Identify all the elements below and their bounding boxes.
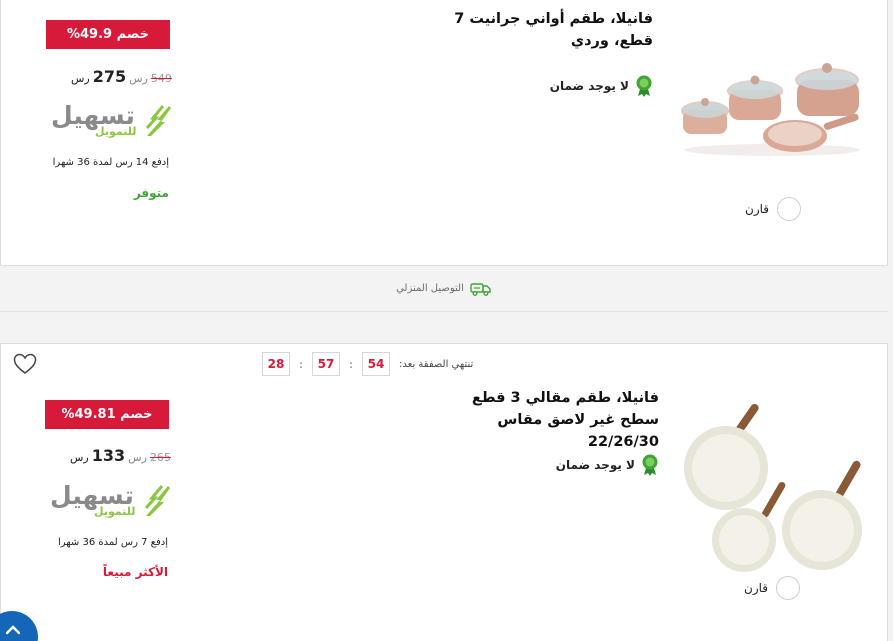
compare-radio[interactable] xyxy=(776,576,800,600)
tasheel-logo[interactable]: تسهيل للتمويل xyxy=(48,482,170,522)
warranty-label: لا يوجد ضمان xyxy=(555,458,635,472)
new-price-currency: رس xyxy=(71,72,90,85)
product-list: فانيلا، طقم أواني جرانيت 7 قطع، وردي لا … xyxy=(0,0,893,641)
countdown-seconds: 28 xyxy=(262,352,290,376)
compare-label: قارن xyxy=(745,202,769,216)
compare-toggle[interactable]: قارن xyxy=(745,197,801,221)
price-block: رس 133 رس 265 xyxy=(70,446,171,465)
discount-badge: %49.81 خصم xyxy=(45,400,169,429)
new-price-currency: رس xyxy=(70,451,89,464)
countdown-hours: 54 xyxy=(362,352,390,376)
chevron-up-icon xyxy=(6,625,20,635)
installment-info: إدفع 7 رس لمدة 36 شهرا xyxy=(58,537,168,548)
old-price-currency: رس xyxy=(129,72,148,85)
frying-pans-icon xyxy=(684,403,862,572)
wishlist-heart-icon[interactable] xyxy=(13,353,37,379)
delivery-truck-icon xyxy=(470,282,491,296)
discount-badge: %49.9 خصم xyxy=(46,20,170,49)
product-image[interactable] xyxy=(682,400,874,580)
compare-toggle[interactable]: قارن xyxy=(744,576,800,600)
new-price: 275 xyxy=(92,67,127,86)
warranty-label: لا يوجد ضمان xyxy=(549,79,629,93)
deal-countdown: 28 : 57 : 54 تنتهي الصفقة بعد: xyxy=(262,352,473,376)
product-title[interactable]: فانيلا، طقم أواني جرانيت 7 قطع، وردي xyxy=(423,8,653,52)
installment-info: إدفع 14 رس لمدة 36 شهرا xyxy=(52,157,169,168)
product-card[interactable]: فانيلا، طقم أواني جرانيت 7 قطع، وردي لا … xyxy=(0,0,888,266)
tasheel-logo-subtext: للتمويل xyxy=(94,505,136,518)
tasheel-logo-subtext: للتمويل xyxy=(95,125,137,138)
countdown-label: تنتهي الصفقة بعد: xyxy=(399,358,474,370)
compare-label: قارن xyxy=(744,581,768,595)
countdown-minutes: 57 xyxy=(312,352,340,376)
warranty-info: لا يوجد ضمان xyxy=(550,75,653,97)
cookware-set-icon xyxy=(681,63,860,156)
product-image[interactable] xyxy=(677,58,867,158)
delivery-label: التوصيل المنزلي xyxy=(396,283,464,294)
product-title[interactable]: فانيلا، طقم مقالي 3 قطع سطح غير لاصق مقا… xyxy=(429,387,659,453)
warranty-info: لا يوجد ضمان xyxy=(556,454,659,476)
warranty-badge-icon xyxy=(636,75,652,97)
stock-status: الأكثر مبيعاً xyxy=(102,565,168,579)
delivery-strip: التوصيل المنزلي xyxy=(0,266,888,312)
tasheel-logo[interactable]: تسهيل للتمويل xyxy=(49,102,171,142)
old-price-currency: رس xyxy=(128,451,147,464)
countdown-separator: : xyxy=(299,357,303,371)
stock-status: متوفر xyxy=(133,186,169,200)
compare-radio[interactable] xyxy=(777,197,801,221)
countdown-separator: : xyxy=(349,357,353,371)
old-price: 265 xyxy=(149,451,171,464)
tasheel-mark-icon xyxy=(144,485,170,516)
new-price: 133 xyxy=(91,446,126,465)
warranty-badge-icon xyxy=(642,454,658,476)
tasheel-mark-icon xyxy=(145,105,171,136)
price-block: رس 275 رس 549 xyxy=(71,67,172,86)
old-price: 549 xyxy=(150,72,172,85)
